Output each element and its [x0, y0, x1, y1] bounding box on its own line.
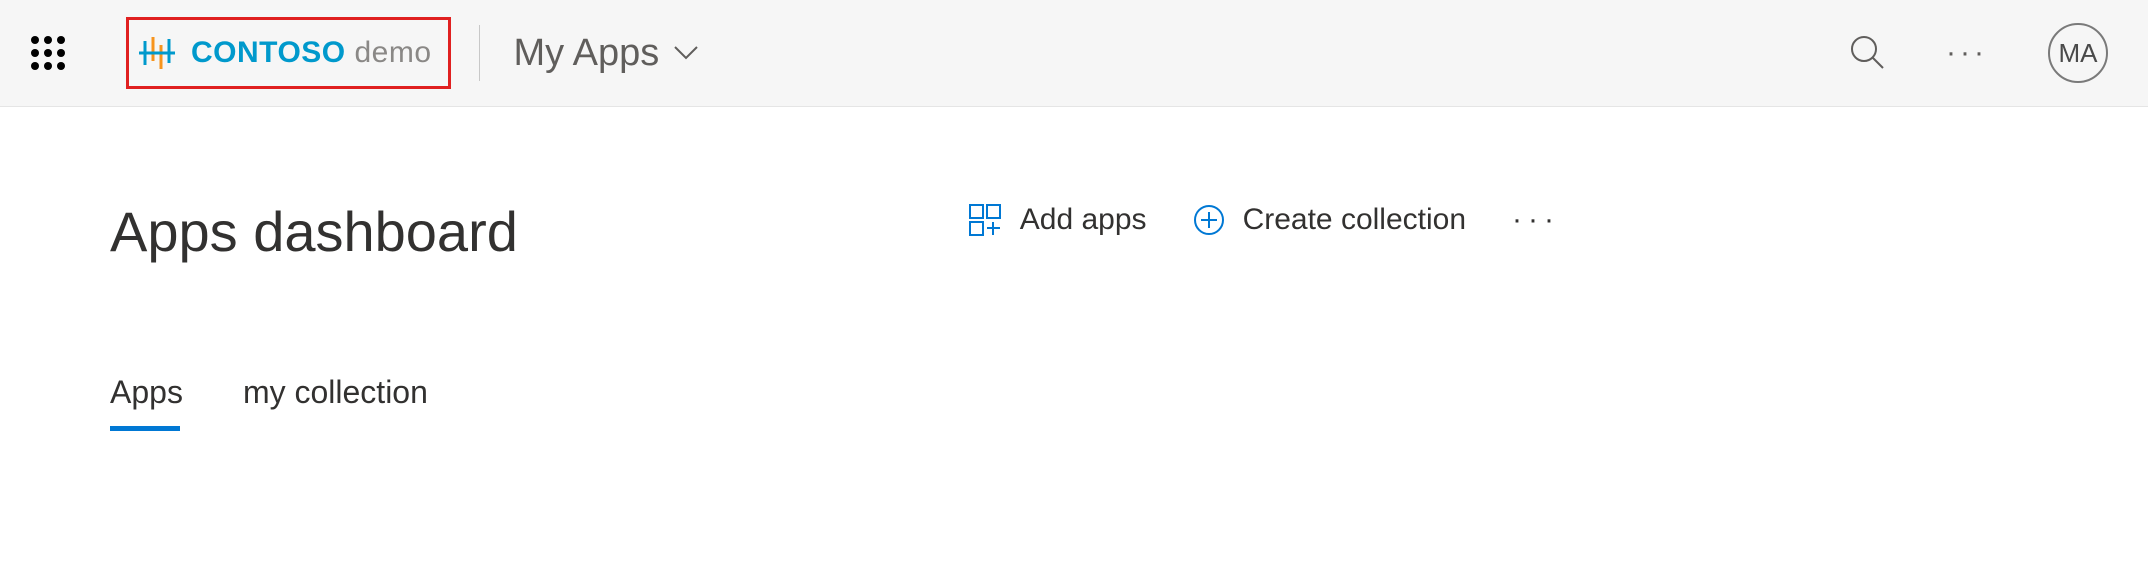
user-avatar[interactable]: MA: [2048, 23, 2108, 83]
create-collection-button[interactable]: Create collection: [1193, 203, 1466, 237]
brand-name: CONTOSO: [191, 36, 346, 69]
top-bar: CONTOSO demo My Apps ··· MA: [0, 0, 2148, 107]
app-launcher-button[interactable]: [28, 33, 68, 73]
brand-logo-box: CONTOSO demo: [126, 17, 451, 89]
app-selector-dropdown[interactable]: My Apps: [514, 32, 700, 75]
ellipsis-icon: ···: [1946, 36, 1988, 70]
add-apps-label: Add apps: [1020, 203, 1147, 237]
user-initials: MA: [2059, 38, 2098, 69]
search-button[interactable]: [1848, 33, 1886, 74]
vertical-separator: [479, 25, 480, 81]
top-right-controls: ··· MA: [1848, 23, 2108, 83]
waffle-icon: [31, 36, 65, 70]
create-collection-icon: [1193, 204, 1225, 236]
app-selector-label: My Apps: [514, 32, 660, 75]
chevron-down-icon: [673, 45, 699, 61]
main-content: Apps dashboard Add apps: [0, 107, 1560, 429]
search-icon: [1848, 33, 1886, 74]
tab-label: Apps: [110, 374, 183, 410]
brand-text: CONTOSO demo: [191, 36, 432, 70]
add-apps-icon: [968, 203, 1002, 237]
tab-label: my collection: [243, 374, 428, 410]
header-more-button[interactable]: ···: [1946, 36, 1988, 70]
brand-sub: demo: [354, 36, 431, 69]
tab-my-collection[interactable]: my collection: [243, 374, 428, 429]
tabs: Apps my collection: [110, 374, 1450, 429]
contoso-logo-icon: [139, 33, 179, 73]
ellipsis-icon: ···: [1512, 203, 1560, 236]
create-collection-label: Create collection: [1243, 203, 1466, 237]
page-more-button[interactable]: ···: [1512, 203, 1560, 237]
tab-apps[interactable]: Apps: [110, 374, 183, 429]
add-apps-button[interactable]: Add apps: [968, 203, 1147, 237]
page-actions: Add apps Create collection ···: [968, 203, 1560, 237]
